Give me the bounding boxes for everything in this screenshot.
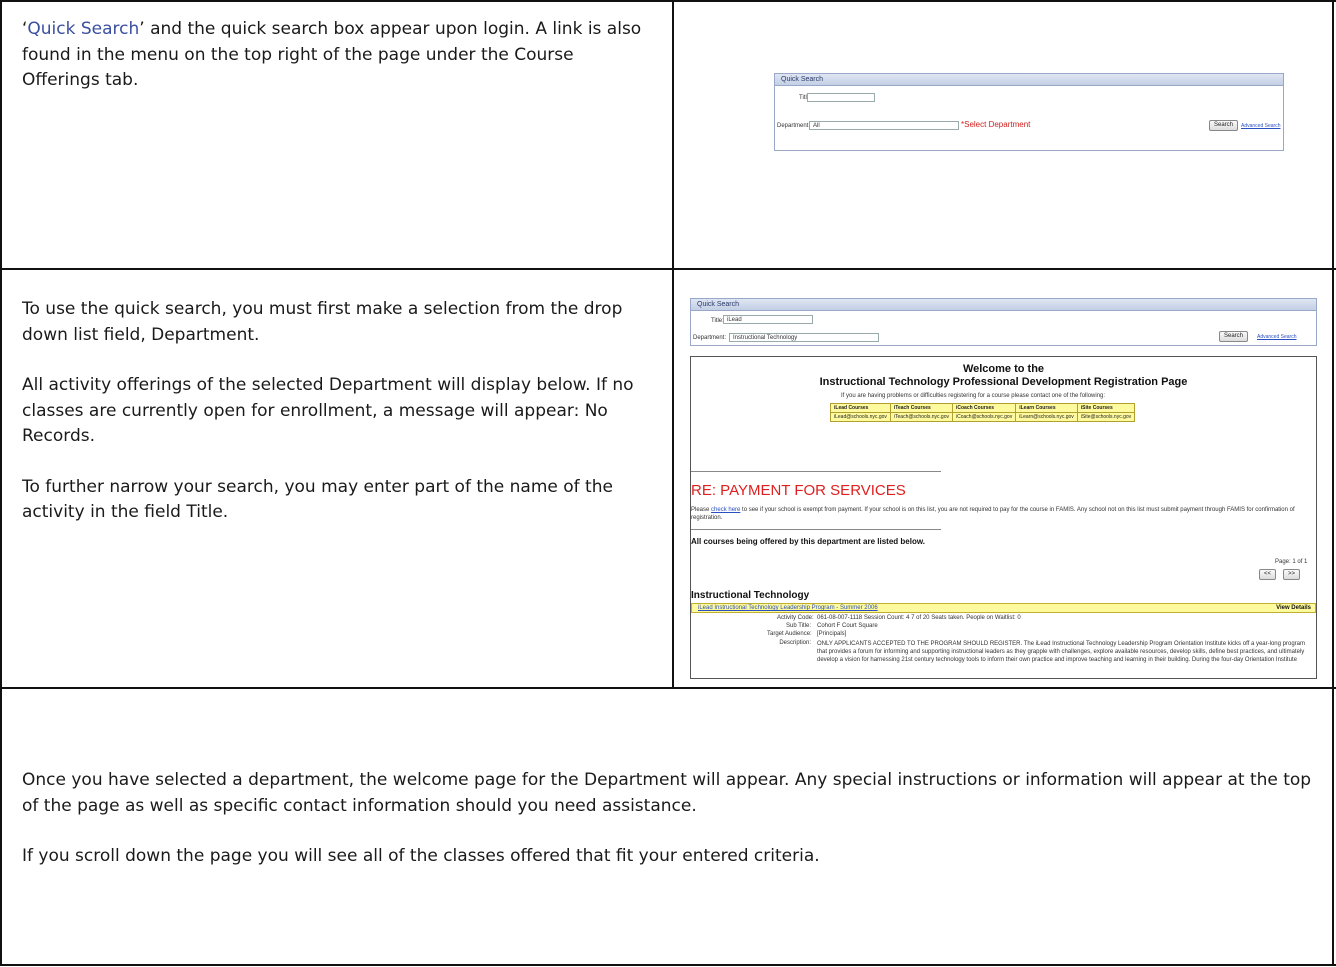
column-divider-row2 (672, 268, 674, 689)
welcome-page-screenshot: Welcome to the Instructional Technology … (690, 356, 1317, 679)
contact-email: iCoach@schools.nyc.gov (951, 412, 1017, 422)
welcome-title-line2: Instructional Technology Professional De… (819, 376, 1188, 388)
welcome-title-line1: Welcome to the (962, 363, 1045, 375)
department-label: Department: (777, 123, 811, 129)
divider (691, 529, 941, 530)
page-info: Page: 1 of 1 (1275, 559, 1308, 565)
contact-header: iTeach Courses (889, 403, 954, 413)
column-divider-row1 (672, 0, 674, 270)
activity-code-label: Activity Code: (777, 615, 814, 621)
row2-para-2: All activity offerings of the selected D… (22, 375, 634, 446)
row2-para-1: To use the quick search, you must first … (22, 299, 623, 345)
department-select[interactable]: Instructional Technology (729, 333, 879, 342)
search-button[interactable]: Search (1209, 120, 1239, 131)
target-audience-label: Target Audience: (767, 631, 812, 637)
subtitle-value: Cohort F Court Square (817, 623, 878, 629)
view-details-link[interactable]: View Details (1276, 604, 1311, 613)
target-audience-value: [Principals] (817, 631, 847, 637)
subtitle-label: Sub Title: (785, 623, 811, 629)
row2-para-3: To further narrow your search, you may e… (22, 476, 613, 523)
payment-text-post: to see if your school is exempt from pay… (691, 507, 1295, 521)
row-divider-2 (0, 687, 1336, 689)
activity-code-value: 061-08-007-1118 Session Count: 4 7 of 20… (817, 615, 1021, 621)
section-title: Instructional Technology (691, 590, 810, 601)
contact-header: iLearn Courses (1015, 403, 1078, 413)
description-value: ONLY APPLICANTS ACCEPTED TO THE PROGRAM … (817, 641, 1305, 663)
quick-search-screenshot-2: Quick Search Title: iLead Department: In… (690, 298, 1317, 346)
row3-instructions: Once you have selected a department, the… (22, 768, 1312, 870)
payment-text-pre: Please (691, 507, 712, 513)
search-button[interactable]: Search (1219, 331, 1249, 342)
row2-instructions: To use the quick search, you must first … (22, 297, 642, 526)
row3-para-1: Once you have selected a department, the… (22, 770, 1312, 816)
row3-para-2: If you scroll down the page you will see… (22, 846, 820, 866)
payment-text: Please check here to see if your school … (691, 506, 1313, 522)
payment-heading: RE: PAYMENT FOR SERVICES (691, 482, 906, 499)
divider (691, 471, 941, 472)
all-courses-text: All courses being offered by this depart… (691, 537, 925, 546)
row-divider-1 (0, 268, 1336, 270)
table-border-top (0, 0, 1336, 2)
contact-table: iLead Courses iTeach Courses iCoach Cour… (830, 403, 1136, 422)
next-page-button[interactable]: >> (1283, 569, 1301, 580)
contact-email: iLearn@schools.nyc.gov (1015, 412, 1078, 422)
contact-email: iLead@schools.nyc.gov (830, 412, 891, 422)
select-department-hint: *Select Department (961, 120, 1031, 129)
contact-header: iSite Courses (1076, 403, 1136, 413)
department-label: Department: (693, 335, 727, 341)
check-here-link[interactable]: check here (711, 507, 740, 513)
title-label: Title: (711, 318, 724, 324)
row1-instructions: ‘Quick Search’ and the quick search box … (22, 17, 642, 94)
contact-email: iTeach@schools.nyc.gov (889, 412, 954, 422)
contact-intro: If you are having problems or difficulti… (841, 393, 1106, 399)
title-input[interactable] (807, 93, 875, 102)
quick-search-screenshot-1: Quick Search Title: Department: All *Sel… (774, 73, 1284, 151)
quick-search-header: Quick Search (691, 299, 1316, 311)
advanced-search-link[interactable]: Advanced Search (1241, 123, 1280, 129)
department-select[interactable]: All (809, 121, 959, 130)
quick-search-header: Quick Search (775, 74, 1283, 86)
course-header-row: iLead Instructional Technology Leadershi… (691, 603, 1316, 613)
contact-email: iSite@schools.nyc.gov (1076, 412, 1136, 422)
title-input[interactable]: iLead (723, 315, 813, 324)
contact-header: iCoach Courses (951, 403, 1017, 413)
contact-header: iLead Courses (830, 403, 891, 413)
course-name-link[interactable]: iLead Instructional Technology Leadershi… (698, 604, 878, 613)
advanced-search-link[interactable]: Advanced Search (1257, 334, 1296, 340)
description-label: Description: (779, 640, 811, 646)
prev-page-button[interactable]: << (1259, 569, 1277, 580)
quick-search-link-text: Quick Search (27, 19, 140, 39)
table-border-bottom (0, 964, 1336, 966)
